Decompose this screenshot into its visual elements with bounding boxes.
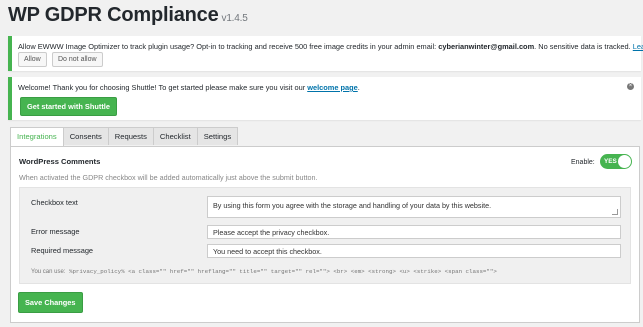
integration-panel: WordPress Comments When activated the GD… — [10, 146, 640, 323]
allowed-tags-help: You can use: %privacy_policy% <a class="… — [31, 268, 497, 275]
checkbox-text-value: By using this form you agree with the st… — [213, 201, 492, 210]
ewww-notice-suffix: . No sensitive data is tracked. — [534, 42, 633, 51]
get-started-button[interactable]: Get started with Shuttle — [20, 97, 117, 116]
learn-more-link[interactable]: Learn more. — [633, 42, 643, 51]
enable-toggle[interactable]: YES — [600, 154, 632, 169]
shuttle-welcome-notice: Welcome! Thank you for choosing Shuttle!… — [8, 77, 641, 120]
resize-handle-icon[interactable] — [612, 209, 618, 215]
required-message-label: Required message — [31, 246, 94, 255]
enable-label: Enable: — [571, 159, 595, 166]
allow-button[interactable]: Allow — [18, 52, 47, 67]
checkbox-text-label: Checkbox text — [31, 198, 78, 207]
admin-email: cyberianwinter@gmail.com — [438, 42, 535, 51]
shuttle-notice-text: Welcome! Thank you for choosing Shuttle!… — [18, 83, 360, 92]
save-changes-button[interactable]: Save Changes — [18, 292, 83, 313]
error-message-input[interactable]: Please accept the privacy checkbox. — [207, 225, 621, 239]
version-label: v1.4.5 — [221, 13, 248, 24]
ewww-notice-message: Allow EWWW Image Optimizer to track plug… — [18, 42, 439, 51]
dismiss-icon[interactable]: × — [627, 83, 634, 90]
integration-title: WordPress Comments — [19, 157, 101, 166]
page-title: WP GDPR Compliance v1.4.5 — [8, 4, 248, 27]
welcome-page-link[interactable]: welcome page — [307, 83, 358, 92]
error-message-value: Please accept the privacy checkbox. — [213, 228, 330, 237]
ewww-notice-text: Allow EWWW Image Optimizer to track plug… — [18, 42, 643, 51]
integration-fields: Checkbox text By using this form you agr… — [19, 187, 631, 284]
do-not-allow-button[interactable]: Do not allow — [52, 52, 103, 67]
integration-description: When activated the GDPR checkbox will be… — [19, 173, 318, 182]
plugin-title: WP GDPR Compliance — [8, 4, 219, 26]
tab-consents[interactable]: Consents — [63, 127, 109, 145]
checkbox-text-textarea[interactable]: By using this form you agree with the st… — [207, 196, 621, 218]
toggle-knob — [618, 155, 631, 168]
settings-tabs: Integrations Consents Requests Checklist… — [10, 127, 239, 147]
error-message-label: Error message — [31, 227, 80, 236]
shuttle-notice-message: Welcome! Thank you for choosing Shuttle!… — [18, 83, 308, 92]
tab-checklist[interactable]: Checklist — [153, 127, 198, 145]
help-code: %privacy_policy% <a class="" href="" hre… — [68, 268, 497, 275]
toggle-label: YES — [604, 158, 617, 165]
tab-settings[interactable]: Settings — [197, 127, 239, 145]
tab-integrations[interactable]: Integrations — [10, 127, 64, 147]
ewww-tracking-notice: Allow EWWW Image Optimizer to track plug… — [8, 36, 643, 71]
required-message-input[interactable]: You need to accept this checkbox. — [207, 244, 621, 258]
help-prefix: You can use: — [31, 269, 66, 275]
required-message-value: You need to accept this checkbox. — [213, 247, 322, 256]
shuttle-notice-period: . — [357, 83, 360, 92]
tab-requests[interactable]: Requests — [108, 127, 154, 145]
